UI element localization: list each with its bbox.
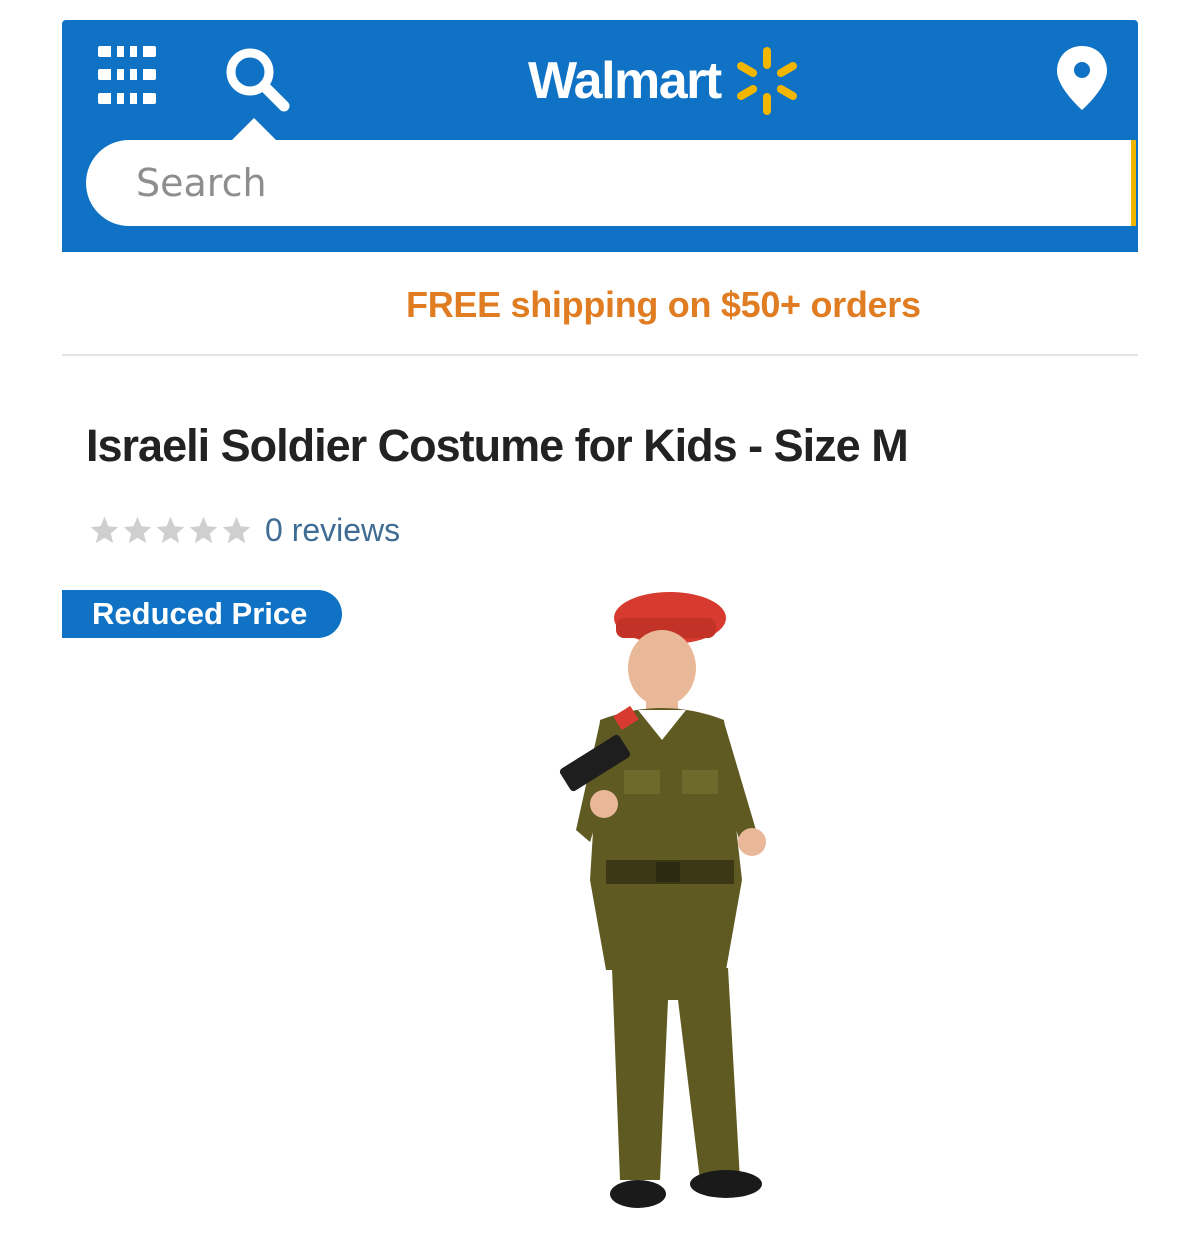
menu-icon[interactable] <box>98 46 156 104</box>
top-header: Walmart <box>62 20 1138 252</box>
spark-icon <box>736 47 797 115</box>
brand-name: Walmart <box>528 52 722 110</box>
product-title: Israeli Soldier Costume for Kids - Size … <box>86 420 909 471</box>
star-icon <box>189 516 218 544</box>
star-icon <box>222 516 251 544</box>
search-input[interactable] <box>134 160 1038 206</box>
location-pin-icon[interactable] <box>1054 44 1110 112</box>
shipping-banner: FREE shipping on $50+ orders <box>62 252 1138 356</box>
star-icon <box>90 516 119 544</box>
product-image[interactable] <box>520 580 820 1220</box>
star-icon <box>156 516 185 544</box>
walmart-logo[interactable]: Walmart <box>528 46 807 116</box>
reviews-link[interactable]: 0 reviews <box>265 512 400 549</box>
search-field[interactable] <box>86 140 1136 226</box>
search-icon[interactable] <box>222 44 292 114</box>
search-caret <box>232 118 276 140</box>
product-rating: 0 reviews <box>88 512 400 549</box>
rating-stars <box>88 514 253 547</box>
reduced-price-badge: Reduced Price <box>62 590 342 638</box>
star-icon <box>123 516 152 544</box>
shipping-promo-text[interactable]: FREE shipping on $50+ orders <box>406 284 921 326</box>
